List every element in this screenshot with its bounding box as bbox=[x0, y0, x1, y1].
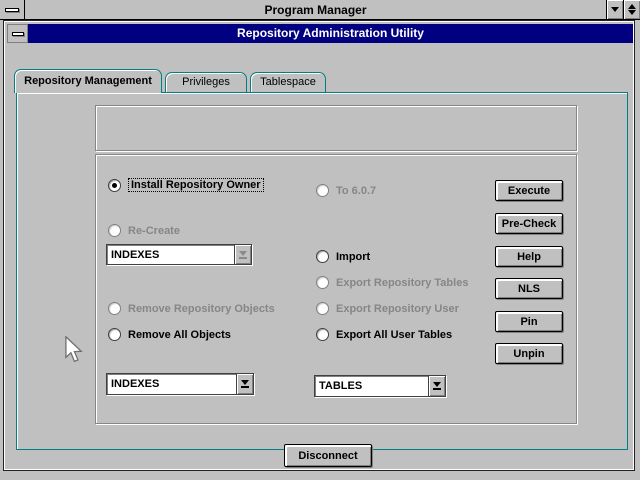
session-info-panel bbox=[95, 105, 577, 151]
radio-export-repository-user bbox=[316, 302, 329, 315]
help-button[interactable]: Help bbox=[495, 246, 563, 267]
control-menu-icon bbox=[5, 8, 19, 12]
radio-label-remove-repository-objects: Remove Repository Objects bbox=[128, 303, 275, 315]
tab-privileges[interactable]: Privileges bbox=[165, 72, 247, 92]
radio-row-export-repository-user: Export Repository User bbox=[316, 302, 459, 315]
control-menu-icon bbox=[12, 32, 24, 36]
radio-row-recreate: Re-Create bbox=[108, 224, 180, 237]
radio-row-remove-repository-objects: Remove Repository Objects bbox=[108, 302, 275, 315]
table-tablespace-combobox[interactable]: TABLES bbox=[314, 375, 446, 397]
window-title: Repository Administration Utility bbox=[28, 24, 633, 43]
pre-check-button[interactable]: Pre-Check bbox=[495, 213, 563, 234]
restore-down-icon bbox=[628, 10, 636, 15]
dropdown-arrow-icon bbox=[241, 380, 249, 385]
radio-label-export-all-user-tables[interactable]: Export All User Tables bbox=[336, 329, 452, 341]
radio-row-export-repository-tables: Export Repository Tables bbox=[316, 276, 468, 289]
radio-label-remove-all-objects[interactable]: Remove All Objects bbox=[128, 329, 231, 341]
radio-row-export-all-user-tables[interactable]: Export All User Tables bbox=[316, 328, 452, 341]
create-tablespace-combobox: INDEXES bbox=[106, 244, 252, 265]
index-tablespace-combobox[interactable]: INDEXES bbox=[106, 373, 254, 395]
radio-row-import[interactable]: Import bbox=[316, 250, 370, 263]
program-manager-titlebar: Program Manager bbox=[0, 0, 640, 20]
pm-restore-button[interactable] bbox=[623, 0, 640, 19]
pin-button[interactable]: Pin bbox=[495, 311, 563, 332]
minimize-icon bbox=[611, 7, 619, 12]
app-control-menu-button[interactable] bbox=[7, 24, 28, 43]
radio-remove-all-objects[interactable] bbox=[108, 328, 121, 341]
dropdown-arrow-icon bbox=[433, 382, 441, 387]
radio-row-install-repository-owner[interactable]: Install Repository Owner bbox=[108, 178, 264, 192]
radio-install-repository-owner[interactable] bbox=[108, 179, 121, 192]
dropdown-arrow-bar-icon bbox=[433, 388, 441, 390]
radio-label-install-repository-owner[interactable]: Install Repository Owner bbox=[128, 178, 264, 192]
table-tablespace-combobox-value: TABLES bbox=[315, 380, 428, 392]
pm-title: Program Manager bbox=[25, 3, 606, 17]
radio-row-to-607: To 6.0.7 bbox=[316, 184, 376, 197]
index-tablespace-combobox-dropdown-button[interactable] bbox=[236, 374, 253, 394]
create-tablespace-combobox-value: INDEXES bbox=[107, 249, 234, 261]
radio-export-repository-tables bbox=[316, 276, 329, 289]
pm-minimize-button[interactable] bbox=[606, 0, 623, 19]
dropdown-arrow-bar-icon bbox=[241, 386, 249, 388]
dropdown-arrow-bar-icon bbox=[239, 257, 247, 259]
radio-label-import[interactable]: Import bbox=[336, 251, 370, 263]
tab-repository-management[interactable]: Repository Management bbox=[14, 69, 162, 93]
radio-label-export-repository-user: Export Repository User bbox=[336, 303, 459, 315]
table-tablespace-combobox-dropdown-button[interactable] bbox=[428, 376, 445, 396]
radio-label-export-repository-tables: Export Repository Tables bbox=[336, 277, 468, 289]
radio-import[interactable] bbox=[316, 250, 329, 263]
app-titlebar: Repository Administration Utility bbox=[7, 24, 633, 43]
disconnect-button[interactable]: Disconnect bbox=[284, 444, 372, 467]
radio-recreate bbox=[108, 224, 121, 237]
radio-label-to-607: To 6.0.7 bbox=[336, 185, 376, 197]
unpin-button[interactable]: Unpin bbox=[495, 343, 563, 364]
repository-admin-window: Repository Administration Utility Reposi… bbox=[3, 20, 635, 471]
radio-export-all-user-tables[interactable] bbox=[316, 328, 329, 341]
dropdown-arrow-icon bbox=[239, 251, 247, 256]
nls-button[interactable]: NLS bbox=[495, 278, 563, 299]
tab-tablespace[interactable]: Tablespace bbox=[250, 72, 326, 92]
radio-remove-repository-objects bbox=[108, 302, 121, 315]
index-tablespace-combobox-value: INDEXES bbox=[107, 378, 236, 390]
pm-control-menu-button[interactable] bbox=[0, 0, 25, 19]
radio-to-607 bbox=[316, 184, 329, 197]
create-tablespace-combobox-dropdown-button bbox=[234, 245, 251, 264]
restore-up-icon bbox=[628, 4, 636, 9]
execute-button[interactable]: Execute bbox=[495, 180, 563, 201]
radio-row-remove-all-objects[interactable]: Remove All Objects bbox=[108, 328, 231, 341]
radio-label-recreate: Re-Create bbox=[128, 225, 180, 237]
